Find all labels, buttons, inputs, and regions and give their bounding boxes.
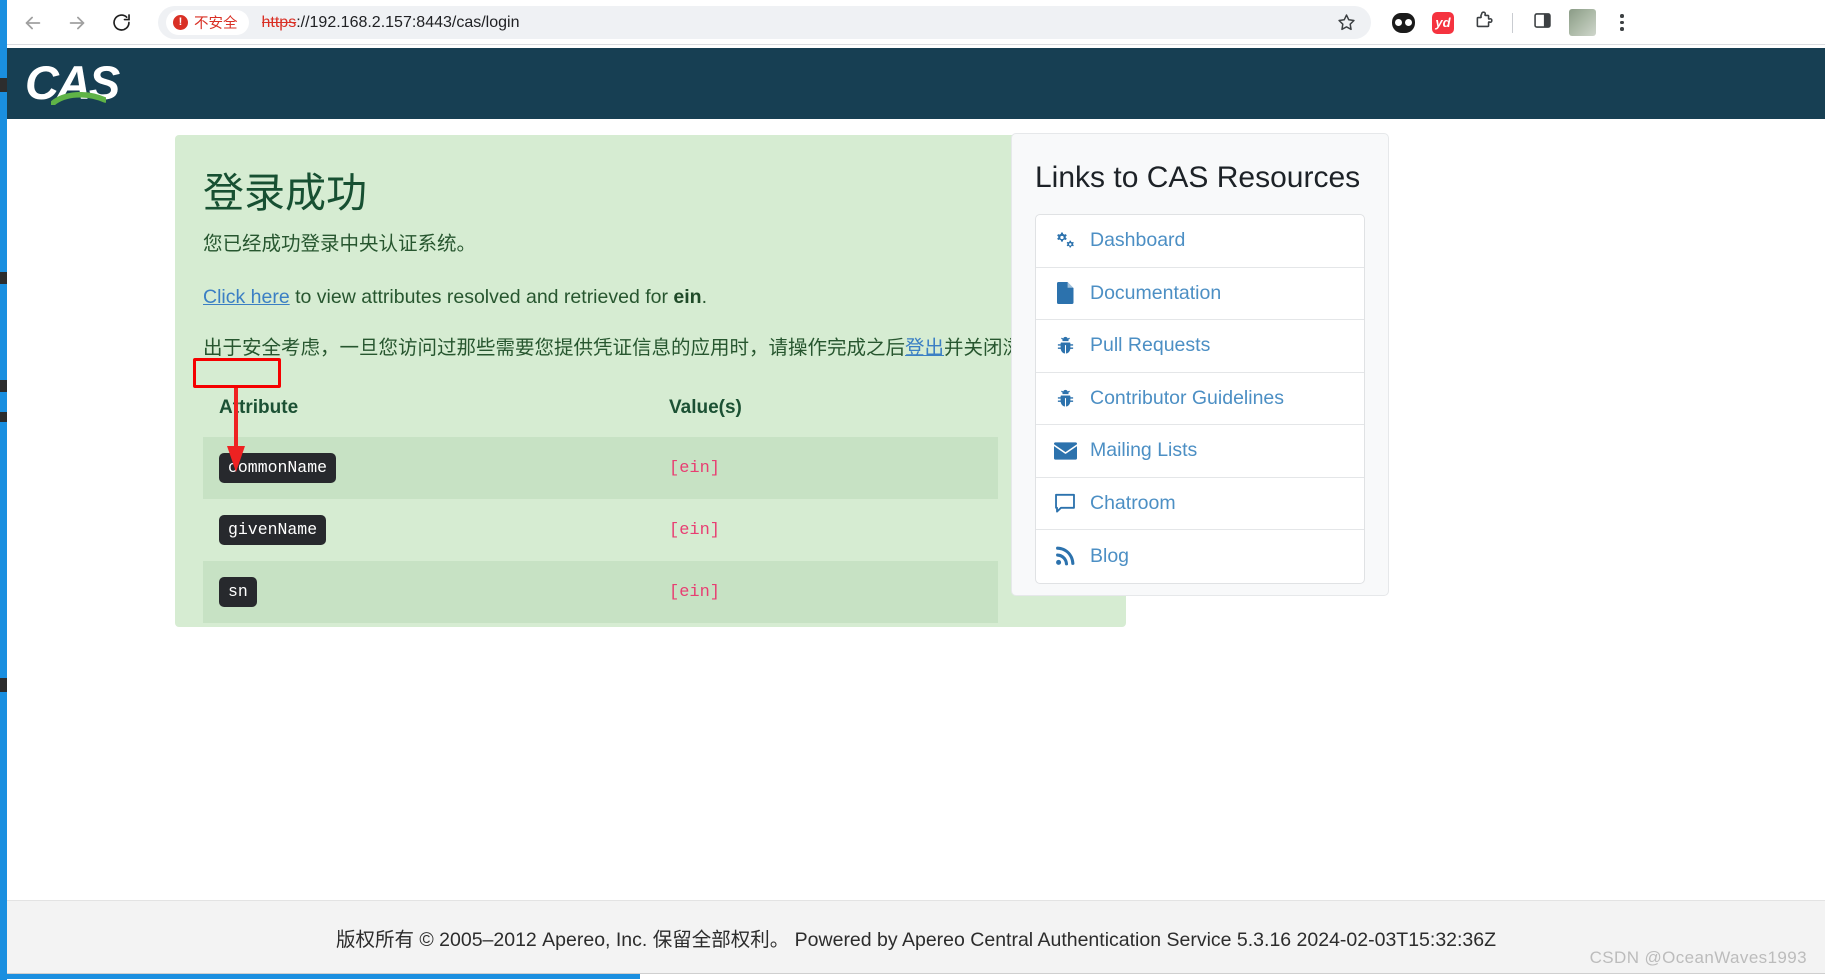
attribute-name-cell: sn — [203, 561, 652, 623]
watermark-text: CSDN @OceanWaves1993 — [1589, 948, 1807, 967]
edge-notch — [0, 78, 7, 92]
column-header-attribute: Attribute — [219, 397, 299, 418]
reload-icon — [111, 12, 132, 33]
toolbar-actions: yd — [1385, 5, 1648, 41]
pocket-extension-icon — [1391, 12, 1415, 33]
bug-icon — [1053, 388, 1077, 409]
link-label: Dashboard — [1090, 229, 1186, 252]
link-item-pull-requests[interactable]: Pull Requests — [1036, 320, 1364, 373]
edge-notch — [0, 678, 7, 692]
forward-arrow-icon — [66, 12, 88, 34]
attribute-value-cell: [ein] — [652, 561, 998, 623]
back-button[interactable] — [14, 4, 52, 42]
attributes-intro-text: Click here to view attributes resolved a… — [203, 280, 1098, 314]
attribute-badge: sn — [219, 577, 257, 607]
back-arrow-icon — [22, 12, 44, 34]
cogs-icon — [1053, 231, 1077, 250]
link-item-blog[interactable]: Blog — [1036, 530, 1364, 583]
browser-toolbar: ! 不安全 https://192.168.2.157:8443/cas/log… — [0, 0, 1825, 45]
table-row: givenName [ein] — [203, 499, 998, 561]
column-header-values: Value(s) — [669, 397, 742, 418]
links-panel-title: Links to CAS Resources — [1035, 161, 1361, 194]
table-row: commonName [ein] — [203, 437, 998, 499]
attribute-value-cell: [ein] — [652, 437, 998, 499]
page-title: 登录成功 — [203, 170, 367, 216]
attribute-name-cell: givenName — [203, 499, 652, 561]
link-item-contributor-guidelines[interactable]: Contributor Guidelines — [1036, 373, 1364, 425]
green-swoosh-icon — [51, 92, 106, 105]
extensions-button[interactable] — [1465, 5, 1501, 41]
envelope-icon — [1053, 442, 1077, 460]
kebab-menu-icon — [1620, 14, 1624, 31]
link-item-chatroom[interactable]: Chatroom — [1036, 478, 1364, 530]
forward-button[interactable] — [58, 4, 96, 42]
login-success-panel: 登录成功 您已经成功登录中央认证系统。 Click here to view a… — [175, 135, 1126, 627]
table-row: sn [ein] — [203, 561, 998, 623]
window-bottom-accent — [0, 974, 640, 979]
attribute-badge: givenName — [219, 515, 327, 545]
profile-avatar — [1568, 9, 1596, 36]
attribute-name-cell: commonName — [203, 437, 652, 499]
reload-button[interactable] — [102, 4, 140, 42]
link-label: Pull Requests — [1090, 334, 1211, 357]
attribute-badge: commonName — [219, 453, 337, 483]
attributes-intro-username: ein — [673, 286, 702, 308]
address-bar[interactable]: ! 不安全 https://192.168.2.157:8443/cas/log… — [158, 6, 1371, 39]
attribute-value: [ein] — [669, 582, 721, 602]
attribute-value: [ein] — [669, 458, 721, 478]
cas-resources-panel: Links to CAS Resources Dashboard Documen… — [1011, 133, 1389, 596]
edge-notch — [0, 380, 7, 392]
url-scheme: https — [261, 13, 297, 31]
toolbar-bottom-border — [0, 44, 1825, 45]
link-label: Documentation — [1090, 281, 1222, 304]
link-item-mailing-lists[interactable]: Mailing Lists — [1036, 425, 1364, 478]
star-outline-icon[interactable] — [1336, 12, 1357, 33]
footer-text: 版权所有 © 2005–2012 Apereo, Inc. 保留全部权利。 Po… — [335, 928, 1497, 951]
profile-button[interactable] — [1564, 5, 1600, 41]
toolbar-divider — [1512, 12, 1513, 33]
youdao-dictionary-extension-button[interactable]: yd — [1425, 5, 1461, 41]
edge-notch — [0, 412, 7, 422]
links-list: Dashboard Documentation Pull Requests Co… — [1035, 214, 1365, 584]
youdao-dictionary-extension-icon: yd — [1432, 11, 1454, 34]
attributes-intro-end: . — [701, 286, 707, 308]
link-label: Chatroom — [1090, 491, 1176, 514]
url-rest: ://192.168.2.157:8443/cas/login — [296, 13, 520, 31]
link-item-documentation[interactable]: Documentation — [1036, 268, 1364, 320]
pocket-extension-button[interactable] — [1385, 5, 1421, 41]
attribute-value: [ein] — [669, 520, 721, 540]
success-subtitle: 您已经成功登录中央认证系统。 — [203, 233, 477, 255]
link-label: Contributor Guidelines — [1090, 386, 1285, 409]
rss-feed-icon — [1053, 546, 1077, 566]
link-label: Mailing Lists — [1090, 439, 1198, 462]
site-security-chip[interactable]: ! 不安全 — [166, 10, 249, 35]
link-item-dashboard[interactable]: Dashboard — [1036, 215, 1364, 268]
security-note-before: 出于安全考虑，一旦您访问过那些需要您提供凭证信息的应用时，请操作完成之后 — [203, 337, 906, 359]
page-body: 登录成功 您已经成功登录中央认证系统。 Click here to view a… — [7, 119, 1825, 900]
page-footer: 版权所有 © 2005–2012 Apereo, Inc. 保留全部权利。 Po… — [7, 900, 1825, 973]
side-panel-button[interactable] — [1524, 5, 1560, 41]
cas-site-header: CAS — [7, 48, 1825, 119]
comment-icon — [1053, 493, 1077, 514]
attributes-table: Attribute Value(s) commonName [ein] give… — [203, 389, 998, 623]
cas-logo[interactable]: CAS — [25, 57, 121, 109]
chrome-menu-button[interactable] — [1604, 5, 1640, 41]
link-label: Blog — [1090, 544, 1130, 567]
extensions-puzzle-icon — [1473, 10, 1494, 36]
table-header-row: Attribute Value(s) — [203, 389, 998, 437]
url-text: https://192.168.2.157:8443/cas/login — [262, 14, 520, 32]
edge-notch — [0, 272, 7, 284]
bug-icon — [1053, 335, 1077, 356]
security-label: 不安全 — [194, 16, 238, 32]
side-panel-icon — [1532, 10, 1553, 36]
file-icon — [1053, 282, 1077, 305]
window-edge-strip — [0, 0, 7, 980]
view-attributes-link[interactable]: Click here — [203, 286, 290, 308]
danger-circle-icon: ! — [173, 15, 188, 30]
attributes-intro-middle: to view attributes resolved and retrieve… — [289, 286, 674, 308]
logout-link[interactable]: 登出 — [905, 337, 944, 359]
attribute-value-cell: [ein] — [652, 499, 998, 561]
security-note-text: 出于安全考虑，一旦您访问过那些需要您提供凭证信息的应用时，请操作完成之后登出并关… — [203, 331, 1098, 365]
